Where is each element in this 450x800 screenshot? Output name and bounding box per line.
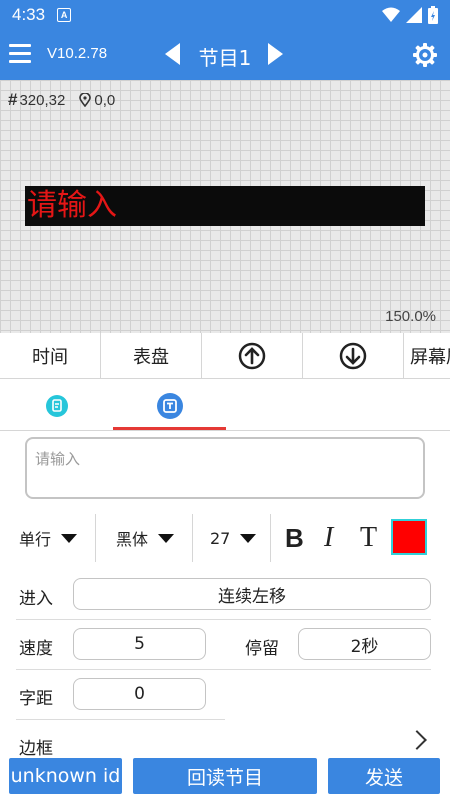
font-size-value: 27 bbox=[210, 528, 231, 548]
time-button[interactable]: 时间 bbox=[0, 333, 101, 379]
line-mode-value: 单行 bbox=[19, 530, 52, 549]
font-value: 黑体 bbox=[116, 530, 149, 549]
font-dropdown[interactable]: 黑体 bbox=[116, 510, 175, 566]
divider bbox=[270, 514, 271, 562]
menu-icon[interactable] bbox=[9, 44, 31, 64]
a-app-icon: A bbox=[57, 8, 72, 22]
tab-document[interactable] bbox=[0, 380, 113, 431]
text-style-row: 单行 黑体 27 B I T bbox=[0, 510, 450, 566]
document-icon bbox=[45, 394, 68, 417]
move-up-button[interactable] bbox=[202, 333, 303, 379]
chevron-down-icon bbox=[240, 533, 257, 543]
border-label: 边框 bbox=[19, 739, 53, 759]
enter-effect-row: 进入 连续左移 bbox=[0, 570, 450, 620]
program-text-input[interactable]: 请输入 bbox=[25, 437, 425, 499]
wifi-icon bbox=[382, 7, 400, 22]
italic-button[interactable]: I bbox=[324, 522, 333, 554]
canvas-position-readout: 0,0 bbox=[94, 91, 116, 109]
speed-stay-row: 速度 5 停留 2秒 bbox=[0, 620, 450, 670]
program-toolbar: 时间 表盘 屏幕属性 bbox=[0, 333, 450, 379]
status-time: 4:33 bbox=[12, 5, 46, 24]
location-pin-icon bbox=[79, 93, 92, 107]
font-size-dropdown[interactable]: 27 bbox=[210, 510, 257, 566]
battery-icon bbox=[428, 6, 438, 24]
dial-button[interactable]: 表盘 bbox=[101, 333, 202, 379]
spacing-row: 字距 0 bbox=[0, 670, 450, 720]
arrow-down-circle-icon bbox=[339, 342, 367, 370]
device-id-button[interactable]: unknown id bbox=[9, 758, 122, 794]
status-icons bbox=[382, 6, 438, 24]
spacing-label: 字距 bbox=[19, 689, 53, 709]
line-mode-dropdown[interactable]: 单行 bbox=[19, 510, 78, 566]
app-bar: V10.2.78 节目1 bbox=[0, 30, 450, 80]
divider bbox=[192, 514, 193, 562]
bottom-action-bar: unknown id 回读节目 发送 bbox=[0, 758, 450, 800]
zoom-level: 150.0% bbox=[385, 308, 436, 325]
enter-effect-label: 进入 bbox=[19, 589, 53, 609]
text-style-button[interactable]: T bbox=[360, 522, 377, 554]
enter-effect-select[interactable]: 连续左移 bbox=[73, 578, 431, 610]
arrow-up-circle-icon bbox=[238, 342, 266, 370]
divider bbox=[95, 514, 96, 562]
active-tab-indicator bbox=[113, 427, 226, 430]
stay-field[interactable]: 2秒 bbox=[298, 628, 431, 660]
led-text-area[interactable]: 请输入 bbox=[25, 186, 425, 226]
signal-icon bbox=[406, 7, 422, 23]
read-back-button[interactable]: 回读节目 bbox=[133, 758, 317, 794]
content-tabs bbox=[0, 380, 450, 431]
gear-icon[interactable] bbox=[413, 43, 437, 67]
chevron-down-icon bbox=[61, 533, 78, 543]
speed-label: 速度 bbox=[19, 639, 53, 659]
move-down-button[interactable] bbox=[303, 333, 404, 379]
program-canvas[interactable]: # 320,32 0,0 请输入 150.0% bbox=[0, 80, 450, 333]
canvas-size-readout: 320,32 bbox=[19, 91, 66, 109]
status-bar: 4:33 A bbox=[0, 0, 450, 30]
screen-properties-button[interactable]: 屏幕属性 bbox=[404, 333, 450, 379]
spacing-field[interactable]: 0 bbox=[73, 678, 206, 710]
previous-program-arrow-icon[interactable] bbox=[165, 43, 180, 65]
next-program-arrow-icon[interactable] bbox=[268, 43, 283, 65]
canvas-info: # 320,32 0,0 bbox=[8, 90, 115, 110]
chevron-down-icon bbox=[158, 533, 175, 543]
text-color-swatch[interactable] bbox=[391, 519, 427, 555]
send-button[interactable]: 发送 bbox=[328, 758, 440, 794]
speed-field[interactable]: 5 bbox=[73, 628, 206, 660]
chevron-right-icon[interactable] bbox=[407, 730, 427, 750]
text-icon bbox=[156, 392, 183, 419]
program-title: 节目1 bbox=[198, 46, 252, 70]
stay-label: 停留 bbox=[245, 639, 279, 659]
bold-button[interactable]: B bbox=[285, 523, 304, 554]
grid-size-icon: # bbox=[8, 90, 18, 109]
version-label: V10.2.78 bbox=[47, 45, 108, 62]
tab-text[interactable] bbox=[113, 380, 226, 431]
